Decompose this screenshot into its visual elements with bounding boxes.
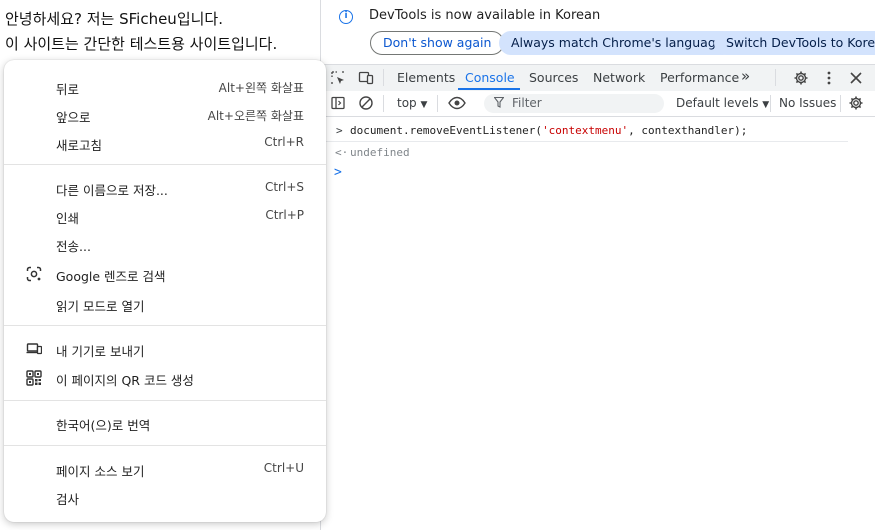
devtools-panel: i DevTools is now available in Korean Do… [320,0,875,530]
context-menu: 뒤로 Alt+왼쪽 화살표 앞으로 Alt+오른쪽 화살표 새로고침 Ctrl+… [4,60,326,522]
close-devtools-icon[interactable] [848,70,864,86]
tab-network[interactable]: Network [593,70,645,85]
command-string: 'contextmenu' [542,124,629,137]
settings-gear-icon[interactable] [793,70,809,86]
menu-item-send-to-devices[interactable]: 내 기기로 보내기 [4,336,326,362]
menu-shortcut: Ctrl+R [264,135,304,149]
menu-item-cast[interactable]: 전송... [4,231,326,257]
page-text-greeting: 안녕하세요? 저는 SFicheu입니다. [5,10,223,28]
menu-shortcut: Ctrl+S [264,180,304,194]
menu-label: 뒤로 [56,82,80,97]
dropdown-arrow-icon: ▼ [420,100,428,110]
switch-devtools-korean-button[interactable]: Switch DevTools to Korean [714,31,875,55]
menu-label: Google 렌즈로 검색 [56,269,166,284]
menu-label: 다른 이름으로 저장... [56,183,168,198]
menu-label: 페이지 소스 보기 [56,464,145,479]
tab-elements[interactable]: Elements [397,70,455,85]
console-result-line: <· undefined [321,142,848,163]
google-lens-icon [26,266,42,282]
menu-divider [4,164,326,165]
menu-label: 읽기 모드로 열기 [56,299,145,314]
menu-label: 전송... [56,239,91,254]
dont-show-again-button[interactable]: Don't show again [370,31,505,55]
inspect-element-icon[interactable] [330,70,346,86]
menu-label: 앞으로 [56,110,91,125]
eye-icon[interactable] [448,95,466,111]
menu-label: 검사 [56,492,80,507]
page-text-description: 이 사이트는 간단한 테스트용 사이트입니다. [5,35,278,53]
menu-item-save-as[interactable]: 다른 이름으로 저장... Ctrl+S [4,175,326,201]
context-value: top [397,96,417,110]
menu-divider [4,445,326,446]
menu-item-forward[interactable]: 앞으로 Alt+오른쪽 화살표 [4,102,326,128]
console-settings-gear-icon[interactable] [848,95,864,111]
tab-console[interactable]: Console [465,70,515,85]
console-command: document.removeEventListener('contextmen… [350,124,747,137]
menu-label: 한국어(으)로 번역 [56,418,151,433]
clear-console-icon[interactable] [358,95,374,111]
menu-item-reload[interactable]: 새로고침 Ctrl+R [4,130,326,156]
menu-item-translate[interactable]: 한국어(으)로 번역 [4,410,326,436]
log-levels-dropdown[interactable]: Default levels ▼ [676,96,769,110]
more-tabs-icon[interactable]: » [741,67,750,85]
menu-item-google-lens[interactable]: Google 렌즈로 검색 [4,261,326,287]
command-code-tail: , contexthandler); [628,124,748,137]
devices-icon [26,341,43,357]
console-input-line: > document.removeEventListener('contextm… [321,120,848,142]
toolbar-divider [840,95,841,112]
filter-input[interactable]: Filter [484,94,664,113]
device-toolbar-icon[interactable] [358,70,374,86]
toolbar-divider [383,95,384,112]
log-levels-value: Default levels [676,96,759,110]
menu-divider [4,400,326,401]
result-prompt-icon: <· [335,146,349,159]
language-infobar: i DevTools is now available in Korean Do… [321,0,875,62]
menu-label: 새로고침 [56,138,103,153]
context-selector[interactable]: top ▼ [397,96,427,110]
menu-shortcut: Alt+왼쪽 화살표 [218,81,304,95]
tab-sources[interactable]: Sources [529,70,578,85]
dropdown-arrow-icon: ▼ [762,100,770,110]
menu-divider [4,325,326,326]
menu-shortcut: Ctrl+P [265,208,304,222]
filter-placeholder: Filter [512,96,542,110]
menu-shortcut: Alt+오른쪽 화살표 [207,109,304,123]
input-prompt-icon: > [336,124,343,137]
menu-label: 내 기기로 보내기 [56,344,145,359]
menu-item-reading-mode[interactable]: 읽기 모드로 열기 [4,291,326,317]
info-icon: i [339,10,353,24]
filter-icon [493,96,505,111]
always-match-language-button[interactable]: Always match Chrome's language [499,31,736,55]
devtools-tab-bar: Elements Console Sources Network Perform… [321,64,875,92]
sidebar-toggle-icon[interactable] [330,95,346,111]
menu-shortcut: Ctrl+U [263,461,304,475]
qr-code-icon [26,370,42,386]
toolbar-divider [770,95,771,112]
infobar-message: DevTools is now available in Korean [369,8,601,23]
menu-label: 인쇄 [56,211,80,226]
toolbar-divider [437,95,438,112]
toolbar-divider [775,69,776,86]
more-options-icon[interactable] [821,70,837,86]
menu-label: 이 페이지의 QR 코드 생성 [56,373,194,388]
command-code: document.removeEventListener( [350,124,543,137]
menu-item-print[interactable]: 인쇄 Ctrl+P [4,203,326,229]
console-result: undefined [350,146,410,159]
menu-item-inspect[interactable]: 검사 [4,484,326,510]
active-tab-indicator [458,88,520,90]
menu-item-back[interactable]: 뒤로 Alt+왼쪽 화살표 [4,74,326,100]
toolbar-divider [383,69,384,86]
console-toolbar: top ▼ Filter Default levels ▼ No Issues [321,91,875,117]
console-prompt-caret-icon[interactable]: > [334,165,342,180]
tab-performance[interactable]: Performance [660,70,739,85]
issues-counter[interactable]: No Issues [779,96,836,110]
menu-item-qr-code[interactable]: 이 페이지의 QR 코드 생성 [4,365,326,391]
menu-item-view-source[interactable]: 페이지 소스 보기 Ctrl+U [4,456,326,482]
